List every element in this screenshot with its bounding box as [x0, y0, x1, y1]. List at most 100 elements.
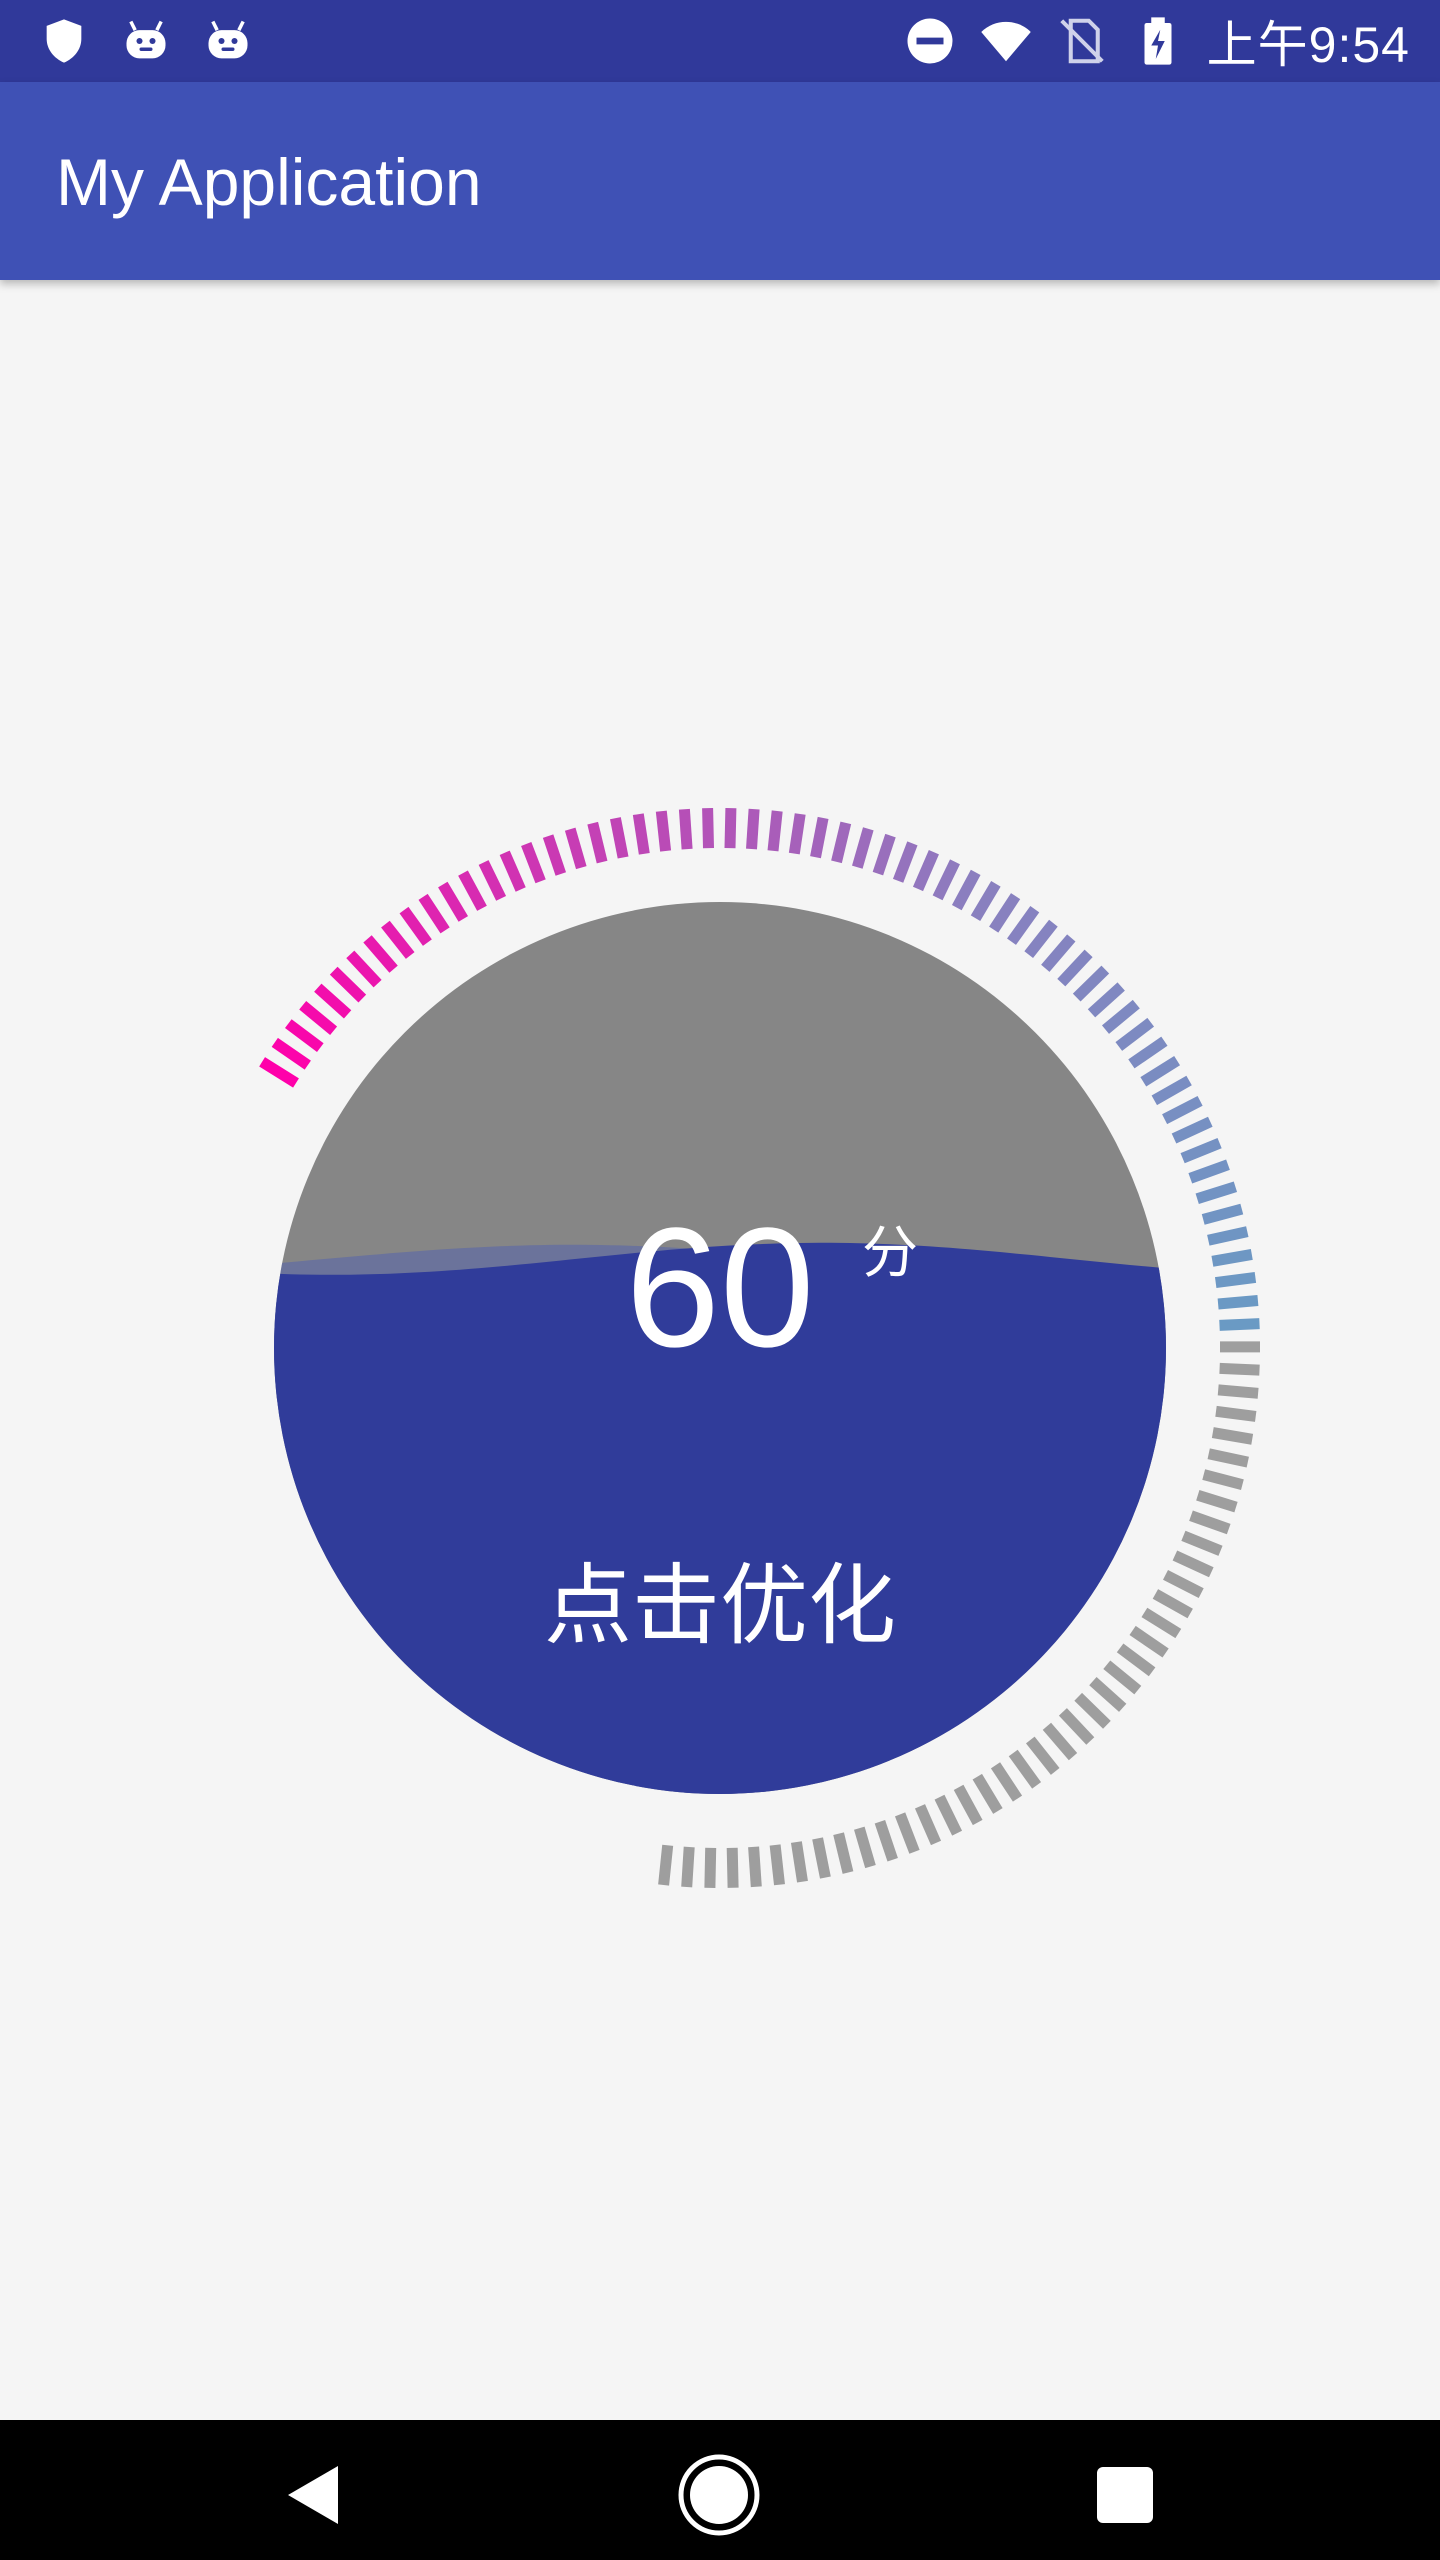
gauge-tick [1087, 982, 1125, 1018]
gauge-tick [271, 1037, 311, 1070]
gauge-tick [989, 893, 1021, 933]
home-icon[interactable] [674, 2450, 764, 2540]
android-debug-icon [208, 20, 248, 59]
gauge-tick [934, 1794, 963, 1836]
do-not-disturb-icon [907, 18, 953, 64]
gauge-tick [1025, 1736, 1060, 1775]
app-title: My Application [56, 145, 482, 219]
gauge-tick [990, 1762, 1023, 1802]
gauge-tick [1217, 1384, 1259, 1399]
recents-icon[interactable] [1080, 2450, 1170, 2540]
optimize-button[interactable]: 点击优化 [510, 1528, 930, 1668]
gauge-tick [587, 821, 608, 864]
gauge-tick [285, 1019, 324, 1053]
gauge-tick [854, 1826, 876, 1869]
gauge-tick [1202, 1469, 1244, 1491]
gauge-tick [702, 808, 714, 849]
gauge-tick [1129, 1625, 1169, 1658]
gauge-tick [1128, 1036, 1168, 1069]
gauge-tick [874, 1820, 898, 1862]
gauge-tick [932, 859, 960, 901]
gauge-tick [872, 833, 896, 876]
gauge-tick [1152, 1589, 1193, 1619]
gauge-tick [831, 821, 852, 864]
gauge-tick [1141, 1607, 1182, 1639]
gauge-tick [833, 1832, 854, 1874]
gauge-tick [564, 827, 587, 870]
gauge-tick [1008, 1749, 1042, 1789]
gauge-tick [746, 808, 760, 850]
gauge-tick [1180, 1138, 1222, 1164]
gauge-tick [329, 966, 367, 1003]
app-bar: My Application [0, 82, 1440, 280]
gauge-tick [951, 869, 981, 911]
gauge-tick [767, 810, 783, 852]
gauge-tick [610, 817, 629, 859]
gauge-tick [346, 950, 382, 988]
gauge-tick [1074, 1692, 1111, 1729]
gauge-tick [1163, 1570, 1204, 1598]
score-gauge: 60 分 点击优化 [180, 808, 1260, 1888]
gauge-tick [259, 1057, 299, 1088]
gauge-tick [972, 1773, 1003, 1814]
gauge-tick [1211, 1427, 1254, 1445]
score-unit: 分 [862, 1221, 918, 1286]
gauge-tick [1162, 1096, 1203, 1125]
gauge-tick [1172, 1550, 1214, 1578]
gauge-tick [1171, 1116, 1213, 1144]
gauge-tick [1140, 1055, 1181, 1087]
gauge-tick [658, 1844, 674, 1886]
gauge-tick [1089, 1677, 1127, 1712]
score-value: 60 [625, 1193, 815, 1383]
gauge-tick [1007, 905, 1040, 945]
gauge-tick [790, 1841, 808, 1883]
gauge-tick [1151, 1075, 1192, 1106]
status-left-icons [38, 14, 284, 68]
gauge-tick [678, 808, 693, 850]
gauge-tick [299, 1001, 338, 1035]
gauge-tick [812, 1837, 831, 1879]
gauge-tick [655, 810, 672, 852]
gauge-tick [1072, 965, 1110, 1002]
status-right-icons: 上午9:54 [881, 14, 1410, 73]
gauge-tick [894, 1812, 920, 1854]
gauge-tick [953, 1784, 983, 1826]
gauge-tick [1024, 919, 1058, 959]
gauge-tick [1195, 1181, 1238, 1204]
gauge-tick [704, 1847, 717, 1888]
gauge-tick [1103, 1660, 1142, 1695]
gauge-tick [1042, 1722, 1078, 1761]
battery-charging-icon [1144, 17, 1172, 65]
gauge-tick [1041, 934, 1076, 972]
gauge-tick [1215, 1405, 1257, 1422]
gauge-tick [912, 850, 939, 892]
back-icon[interactable] [270, 2450, 360, 2540]
gauge-tick [852, 827, 874, 869]
gauge-tick [724, 808, 737, 849]
gauge-tick [418, 893, 450, 934]
gauge-tick [1058, 1708, 1095, 1745]
gauge-tick [381, 920, 415, 959]
no-sim-icon [1059, 18, 1104, 64]
android-debug-icon [126, 20, 166, 59]
shield-icon [46, 19, 82, 63]
gauge-tick [458, 870, 487, 911]
gauge-tick [1189, 1510, 1231, 1535]
gauge-tick [499, 850, 526, 892]
gauge-tick [1196, 1490, 1238, 1513]
wifi-icon [980, 21, 1031, 62]
gauge-tick [399, 906, 432, 946]
gauge-tick [892, 841, 918, 883]
gauge-tick [363, 935, 398, 973]
gauge-tick [438, 881, 469, 922]
gauge-tick [314, 983, 352, 1019]
gauge-tick [788, 813, 806, 855]
gauge-tick [726, 1847, 739, 1888]
status-time: 上午9:54 [1206, 17, 1410, 73]
gauge-tick [810, 816, 829, 859]
gauge-tick [681, 1846, 695, 1888]
gauge-tick [1181, 1530, 1223, 1556]
status-bar: 上午9:54 [0, 0, 1440, 82]
gauge-tick [1188, 1159, 1230, 1184]
gauge-tick [521, 842, 546, 884]
